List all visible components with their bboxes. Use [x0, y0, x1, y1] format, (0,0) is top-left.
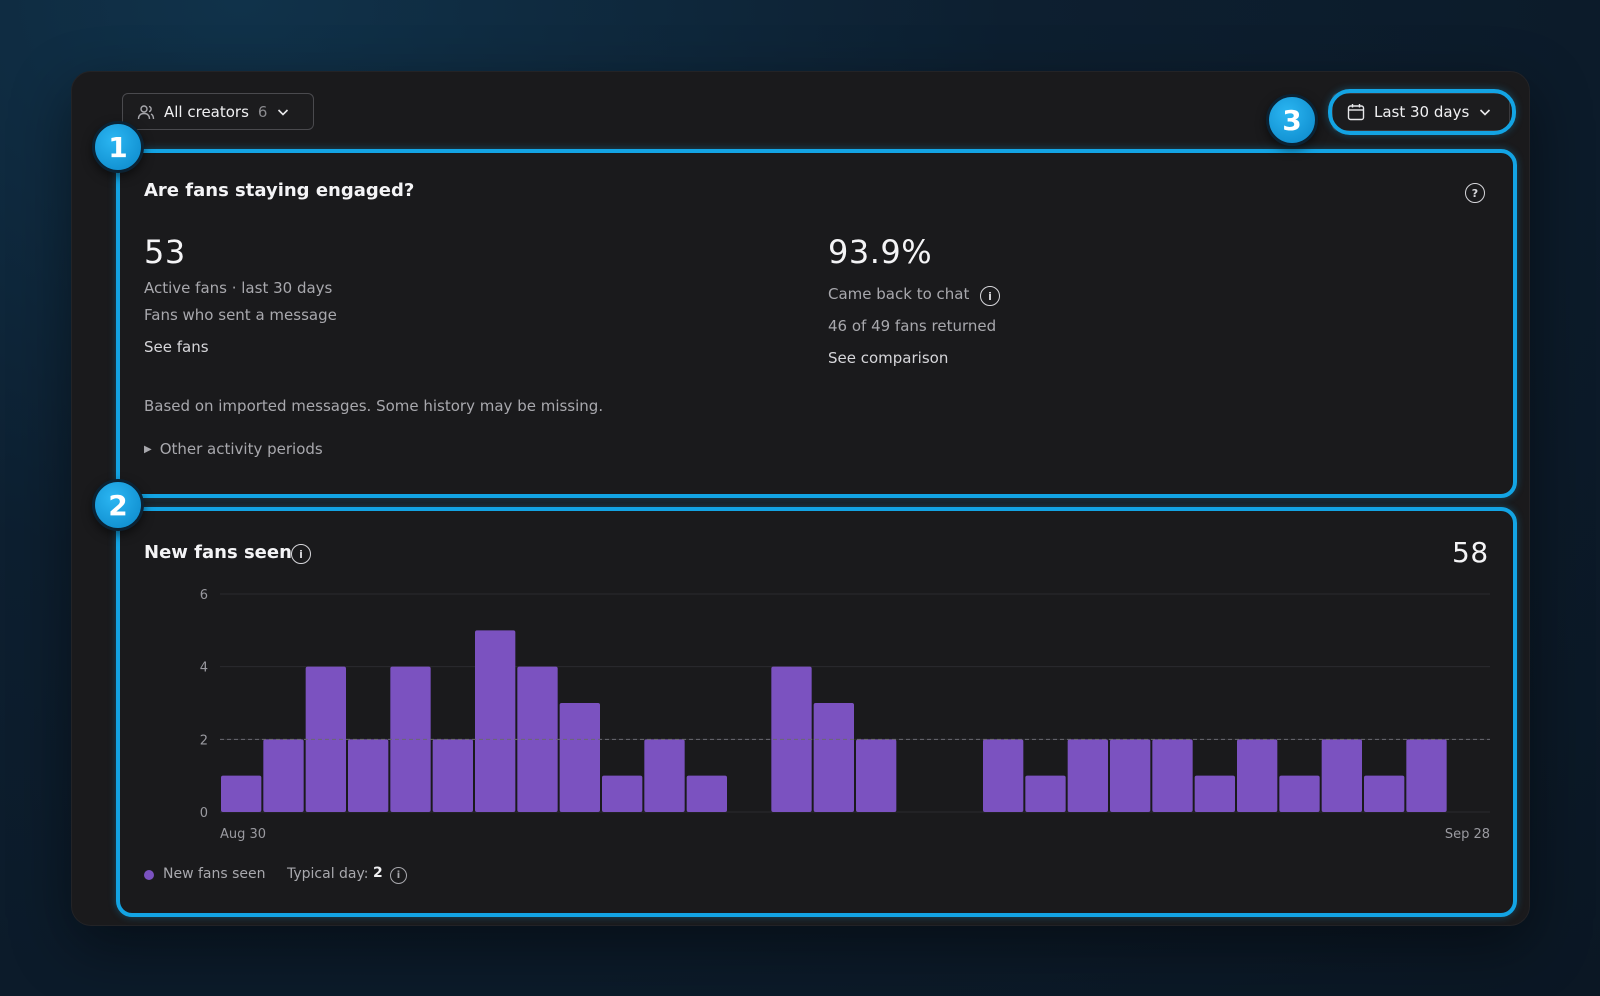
typical-day-label: Typical day:	[287, 866, 369, 882]
chart-bar	[1237, 739, 1278, 812]
chart-bar	[432, 739, 473, 812]
legend-label: New fans seen	[163, 866, 266, 882]
chart-bar	[348, 739, 389, 812]
chart-bar	[1406, 739, 1447, 812]
chart-bar	[1067, 739, 1108, 812]
chart-bar	[1025, 775, 1066, 812]
chart-bar	[856, 739, 897, 812]
chart-bar	[263, 739, 304, 812]
y-tick-label: 4	[200, 661, 208, 676]
y-tick-label: 6	[200, 588, 208, 603]
chart-bar	[1194, 775, 1235, 812]
chart-bar	[1279, 775, 1320, 812]
x-end-label: Sep 28	[1445, 827, 1490, 842]
info-icon[interactable]: i	[390, 867, 407, 884]
typical-day-value: 2	[373, 865, 383, 881]
chart-bar	[1364, 775, 1405, 812]
y-tick-label: 0	[200, 806, 208, 821]
chart-bar	[644, 739, 685, 812]
new-fans-bar-chart: 0 2 4 6 Aug 30 Sep 28	[200, 588, 1490, 842]
chart-bar	[1152, 739, 1193, 812]
chart-bar	[221, 775, 262, 812]
chart-bar	[1321, 739, 1362, 812]
chart-bar	[559, 703, 600, 812]
chart-bar	[686, 775, 727, 812]
chart-bar	[983, 739, 1024, 812]
chart-bar	[475, 630, 516, 812]
x-start-label: Aug 30	[220, 827, 266, 842]
chart-bar	[813, 703, 854, 812]
chart-bar	[1110, 739, 1151, 812]
legend-dot	[144, 870, 154, 880]
chart-bar	[602, 775, 643, 812]
y-tick-label: 2	[200, 733, 208, 748]
chart-bar	[771, 666, 812, 812]
